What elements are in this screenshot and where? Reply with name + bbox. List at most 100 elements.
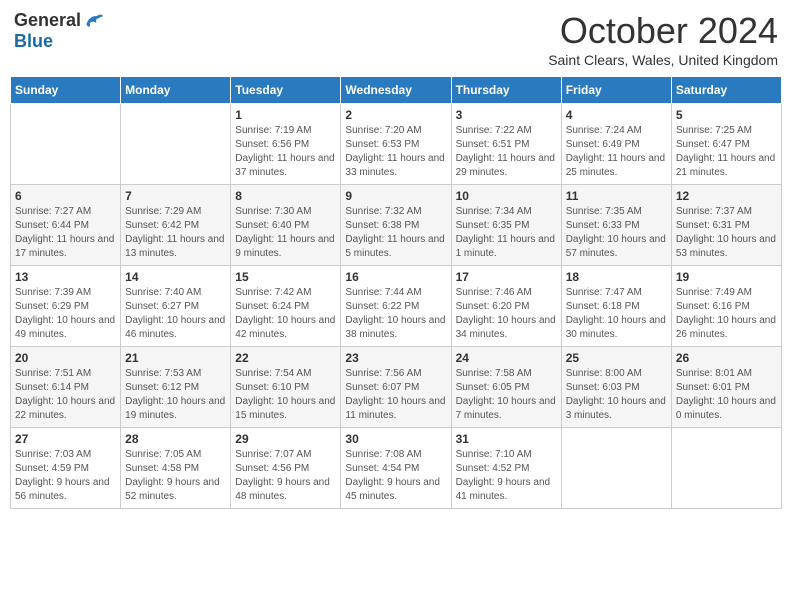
calendar-day-cell: 17Sunrise: 7:46 AM Sunset: 6:20 PM Dayli… bbox=[451, 266, 561, 347]
day-number: 1 bbox=[235, 108, 336, 122]
day-info: Sunrise: 7:39 AM Sunset: 6:29 PM Dayligh… bbox=[15, 286, 116, 342]
calendar-day-cell: 4 Sunrise: 7:24 AM Sunset: 6:49 PM Daylig… bbox=[561, 104, 671, 185]
day-number: 16 bbox=[345, 270, 446, 284]
calendar-week-row: 6 Sunrise: 7:27 AM Sunset: 6:44 PM Daylig… bbox=[11, 185, 782, 266]
calendar-day-cell: 29 Sunrise: 7:07 AM Sunset: 4:56 PM Dayli… bbox=[231, 428, 341, 509]
calendar-day-cell: 11Sunrise: 7:35 AM Sunset: 6:33 PM Dayli… bbox=[561, 185, 671, 266]
day-info: Sunrise: 7:32 AM Sunset: 6:38 PM Dayligh… bbox=[345, 205, 446, 261]
calendar-day-cell: 12 Sunrise: 7:37 AM Sunset: 6:31 PM Dayli… bbox=[671, 185, 781, 266]
calendar-day-cell: 27Sunrise: 7:03 AM Sunset: 4:59 PM Dayli… bbox=[11, 428, 121, 509]
month-title: October 2024 bbox=[548, 10, 778, 52]
calendar-day-cell: 28 Sunrise: 7:05 AM Sunset: 4:58 PM Dayli… bbox=[121, 428, 231, 509]
day-info: Sunrise: 7:07 AM Sunset: 4:56 PM Dayligh… bbox=[235, 448, 336, 504]
day-number: 6 bbox=[15, 189, 116, 203]
calendar-day-header: Tuesday bbox=[231, 77, 341, 104]
calendar-day-cell: 9 Sunrise: 7:32 AM Sunset: 6:38 PM Daylig… bbox=[341, 185, 451, 266]
calendar-day-header: Monday bbox=[121, 77, 231, 104]
day-info: Sunrise: 7:22 AM Sunset: 6:51 PM Dayligh… bbox=[456, 124, 557, 180]
day-info: Sunrise: 7:29 AM Sunset: 6:42 PM Dayligh… bbox=[125, 205, 226, 261]
day-info: Sunrise: 7:56 AM Sunset: 6:07 PM Dayligh… bbox=[345, 367, 446, 423]
day-number: 13 bbox=[15, 270, 116, 284]
calendar-day-cell: 5Sunrise: 7:25 AM Sunset: 6:47 PM Daylig… bbox=[671, 104, 781, 185]
calendar-day-cell: 22 Sunrise: 7:54 AM Sunset: 6:10 PM Dayli… bbox=[231, 347, 341, 428]
day-number: 30 bbox=[345, 432, 446, 446]
day-number: 7 bbox=[125, 189, 226, 203]
day-number: 12 bbox=[676, 189, 777, 203]
calendar-week-row: 1Sunrise: 7:19 AM Sunset: 6:56 PM Daylig… bbox=[11, 104, 782, 185]
day-number: 29 bbox=[235, 432, 336, 446]
day-number: 21 bbox=[125, 351, 226, 365]
calendar-day-cell: 30 Sunrise: 7:08 AM Sunset: 4:54 PM Dayli… bbox=[341, 428, 451, 509]
calendar-day-cell: 20 Sunrise: 7:51 AM Sunset: 6:14 PM Dayli… bbox=[11, 347, 121, 428]
title-block: October 2024 Saint Clears, Wales, United… bbox=[548, 10, 778, 68]
day-number: 18 bbox=[566, 270, 667, 284]
calendar-day-cell: 26 Sunrise: 8:01 AM Sunset: 6:01 PM Dayli… bbox=[671, 347, 781, 428]
calendar-table: SundayMondayTuesdayWednesdayThursdayFrid… bbox=[10, 76, 782, 509]
day-number: 15 bbox=[235, 270, 336, 284]
day-number: 24 bbox=[456, 351, 557, 365]
day-info: Sunrise: 7:30 AM Sunset: 6:40 PM Dayligh… bbox=[235, 205, 336, 261]
calendar-day-cell: 15 Sunrise: 7:42 AM Sunset: 6:24 PM Dayli… bbox=[231, 266, 341, 347]
day-info: Sunrise: 7:24 AM Sunset: 6:49 PM Dayligh… bbox=[566, 124, 667, 180]
calendar-day-cell: 8Sunrise: 7:30 AM Sunset: 6:40 PM Daylig… bbox=[231, 185, 341, 266]
calendar-week-row: 27Sunrise: 7:03 AM Sunset: 4:59 PM Dayli… bbox=[11, 428, 782, 509]
day-number: 25 bbox=[566, 351, 667, 365]
day-info: Sunrise: 8:01 AM Sunset: 6:01 PM Dayligh… bbox=[676, 367, 777, 423]
day-info: Sunrise: 7:20 AM Sunset: 6:53 PM Dayligh… bbox=[345, 124, 446, 180]
day-number: 3 bbox=[456, 108, 557, 122]
day-number: 26 bbox=[676, 351, 777, 365]
day-info: Sunrise: 7:51 AM Sunset: 6:14 PM Dayligh… bbox=[15, 367, 116, 423]
calendar-day-header: Friday bbox=[561, 77, 671, 104]
day-info: Sunrise: 7:44 AM Sunset: 6:22 PM Dayligh… bbox=[345, 286, 446, 342]
day-number: 20 bbox=[15, 351, 116, 365]
logo-general-text: General bbox=[14, 10, 81, 31]
day-info: Sunrise: 7:34 AM Sunset: 6:35 PM Dayligh… bbox=[456, 205, 557, 261]
day-number: 28 bbox=[125, 432, 226, 446]
day-info: Sunrise: 7:08 AM Sunset: 4:54 PM Dayligh… bbox=[345, 448, 446, 504]
calendar-day-cell: 10 Sunrise: 7:34 AM Sunset: 6:35 PM Dayli… bbox=[451, 185, 561, 266]
calendar-day-cell: 2Sunrise: 7:20 AM Sunset: 6:53 PM Daylig… bbox=[341, 104, 451, 185]
calendar-day-cell: 1Sunrise: 7:19 AM Sunset: 6:56 PM Daylig… bbox=[231, 104, 341, 185]
calendar-day-cell: 25Sunrise: 8:00 AM Sunset: 6:03 PM Dayli… bbox=[561, 347, 671, 428]
day-info: Sunrise: 7:49 AM Sunset: 6:16 PM Dayligh… bbox=[676, 286, 777, 342]
day-info: Sunrise: 7:58 AM Sunset: 6:05 PM Dayligh… bbox=[456, 367, 557, 423]
logo: General Blue bbox=[14, 10, 103, 52]
day-info: Sunrise: 7:37 AM Sunset: 6:31 PM Dayligh… bbox=[676, 205, 777, 261]
day-info: Sunrise: 7:27 AM Sunset: 6:44 PM Dayligh… bbox=[15, 205, 116, 261]
calendar-day-cell: 23 Sunrise: 7:56 AM Sunset: 6:07 PM Dayli… bbox=[341, 347, 451, 428]
day-info: Sunrise: 7:25 AM Sunset: 6:47 PM Dayligh… bbox=[676, 124, 777, 180]
calendar-day-header: Thursday bbox=[451, 77, 561, 104]
day-info: Sunrise: 7:10 AM Sunset: 4:52 PM Dayligh… bbox=[456, 448, 557, 504]
day-number: 27 bbox=[15, 432, 116, 446]
calendar-day-cell: 14Sunrise: 7:40 AM Sunset: 6:27 PM Dayli… bbox=[121, 266, 231, 347]
calendar-day-header: Sunday bbox=[11, 77, 121, 104]
day-info: Sunrise: 7:05 AM Sunset: 4:58 PM Dayligh… bbox=[125, 448, 226, 504]
day-number: 10 bbox=[456, 189, 557, 203]
header: General Blue October 2024 Saint Clears, … bbox=[10, 10, 782, 68]
day-number: 22 bbox=[235, 351, 336, 365]
day-info: Sunrise: 7:40 AM Sunset: 6:27 PM Dayligh… bbox=[125, 286, 226, 342]
calendar-day-cell: 18 Sunrise: 7:47 AM Sunset: 6:18 PM Dayli… bbox=[561, 266, 671, 347]
day-number: 4 bbox=[566, 108, 667, 122]
calendar-header-row: SundayMondayTuesdayWednesdayThursdayFrid… bbox=[11, 77, 782, 104]
day-number: 9 bbox=[345, 189, 446, 203]
calendar-day-cell: 16 Sunrise: 7:44 AM Sunset: 6:22 PM Dayli… bbox=[341, 266, 451, 347]
day-number: 11 bbox=[566, 189, 667, 203]
day-info: Sunrise: 7:42 AM Sunset: 6:24 PM Dayligh… bbox=[235, 286, 336, 342]
calendar-day-header: Saturday bbox=[671, 77, 781, 104]
calendar-day-cell bbox=[561, 428, 671, 509]
calendar-day-cell: 19Sunrise: 7:49 AM Sunset: 6:16 PM Dayli… bbox=[671, 266, 781, 347]
calendar-day-cell: 31Sunrise: 7:10 AM Sunset: 4:52 PM Dayli… bbox=[451, 428, 561, 509]
day-info: Sunrise: 7:47 AM Sunset: 6:18 PM Dayligh… bbox=[566, 286, 667, 342]
calendar-day-cell: 7 Sunrise: 7:29 AM Sunset: 6:42 PM Daylig… bbox=[121, 185, 231, 266]
day-info: Sunrise: 7:53 AM Sunset: 6:12 PM Dayligh… bbox=[125, 367, 226, 423]
day-number: 23 bbox=[345, 351, 446, 365]
location-subtitle: Saint Clears, Wales, United Kingdom bbox=[548, 52, 778, 68]
calendar-day-cell bbox=[121, 104, 231, 185]
calendar-day-cell: 6 Sunrise: 7:27 AM Sunset: 6:44 PM Daylig… bbox=[11, 185, 121, 266]
calendar-week-row: 13 Sunrise: 7:39 AM Sunset: 6:29 PM Dayli… bbox=[11, 266, 782, 347]
day-info: Sunrise: 7:54 AM Sunset: 6:10 PM Dayligh… bbox=[235, 367, 336, 423]
calendar-day-cell: 3 Sunrise: 7:22 AM Sunset: 6:51 PM Daylig… bbox=[451, 104, 561, 185]
day-number: 17 bbox=[456, 270, 557, 284]
calendar-day-cell: 21 Sunrise: 7:53 AM Sunset: 6:12 PM Dayli… bbox=[121, 347, 231, 428]
